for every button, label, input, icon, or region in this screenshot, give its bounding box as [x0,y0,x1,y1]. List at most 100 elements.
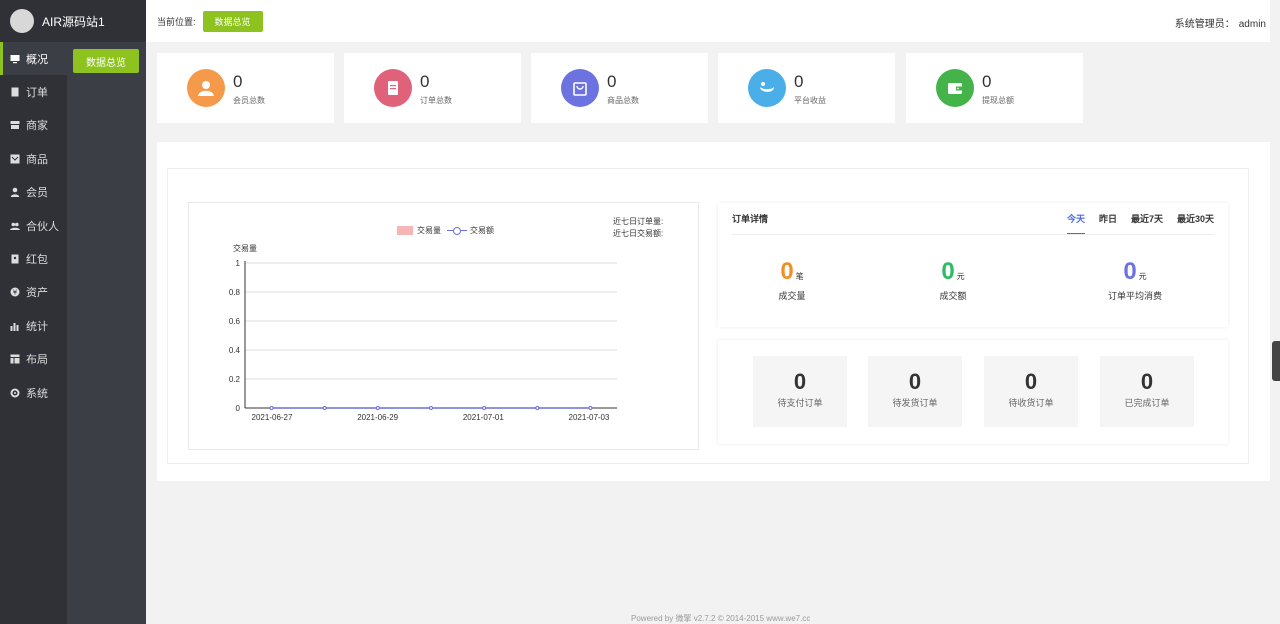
line-point [535,406,540,410]
sidebar-item-partners[interactable]: 合伙人 [0,209,67,242]
stat-card-orders: 0 订单总数 [344,53,521,123]
sub-sidebar [67,0,146,624]
order-detail-card: 订单详情 今天 昨日 最近7天 最近30天 0笔 成交量 0元 成交额 0元 订… [718,203,1228,327]
sidebar-item-members[interactable]: 会员 [0,176,67,209]
stat-label: 订单总数 [420,96,452,105]
order-icon [374,69,412,107]
redpacket-icon [10,254,20,264]
partner-icon [10,221,20,231]
stat-label: 商品总数 [607,96,639,105]
admin-name: admin [1238,19,1266,30]
tab-today[interactable]: 今天 [1066,212,1085,234]
breadcrumb-current[interactable]: 数据总览 [202,10,263,32]
store-icon [10,120,20,130]
gear-icon [10,388,20,398]
status-label: 已完成订单 [1124,398,1170,408]
sidebar-item-label: 合伙人 [26,220,59,233]
x-tick-label: 2021-06-29 [357,413,398,422]
status-value: 0 [908,369,922,394]
recent-amount-label: 近七日交易额: [613,229,664,238]
stat-card-members: 0 会员总数 [157,53,334,123]
line-point [322,406,327,410]
asset-icon: ¥ [10,287,20,297]
stat-card-withdraw: 0 提现总额 [906,53,1083,123]
legend-bar-swatch[interactable] [397,226,413,235]
metric-label: 订单平均消费 [1107,291,1162,301]
sidebar-item-label: 商家 [26,120,48,133]
metric-unit: 笔 [795,272,804,281]
footer: Powered by 微擎 v2.7.2 © 2014-2015 www.we7… [631,614,811,623]
stat-label: 会员总数 [233,96,265,105]
metric-volume: 0笔 成交量 [732,258,852,302]
user-icon [10,187,20,198]
legend-bar-label[interactable]: 交易量 [417,225,441,236]
divider [732,234,1214,235]
sidebar-item-label: 统计 [26,320,48,333]
goods-icon [10,154,20,164]
x-tick-label: 2021-07-03 [569,413,610,422]
line-point [269,406,274,410]
sidebar-item-assets[interactable]: ¥ 资产 [0,276,67,309]
sidebar-item-merchants[interactable]: 商家 [0,109,67,142]
income-icon [748,69,786,107]
status-pending-payment[interactable]: 0 待支付订单 [753,356,847,427]
admin-label: 系统管理员： [1174,19,1235,30]
brand[interactable]: AIR源码站1 [0,0,181,176]
stat-value: 0 [607,72,617,91]
metric-amount: 0元 成交额 [893,258,1013,302]
legend-line-label[interactable]: 交易额 [470,225,494,236]
status-label: 待发货订单 [892,398,938,408]
svg-text:¥: ¥ [13,289,18,297]
legend-line-swatch[interactable] [447,226,467,235]
tab-yesterday[interactable]: 昨日 [1099,212,1117,234]
sidebar-item-overview[interactable]: 概况 [0,42,67,76]
sidebar-item-label: 会员 [26,187,48,200]
stat-value: 0 [233,72,243,91]
recent-summary: 近七日订单量: 近七日交易额: [613,216,663,240]
sidebar-item-label: 布局 [26,354,48,367]
status-value: 0 [793,369,807,394]
status-completed[interactable]: 0 已完成订单 [1100,356,1194,427]
metric-value: 0 [941,258,955,285]
line-point [482,406,487,410]
sidebar-menu: 概况 订单 商家 商品 会员 合伙人 红包 ¥ 资产 统计 布局 系统 [0,42,67,409]
status-pending-receipt[interactable]: 0 待收货订单 [984,356,1078,427]
y-tick-label: 0.8 [229,288,241,297]
stat-label: 平台收益 [794,96,826,105]
breadcrumb-label: 当前位置: [157,16,196,27]
order-detail-title: 订单详情 [732,214,769,224]
metric-value: 0 [1123,258,1137,285]
metric-label: 成交额 [939,291,967,301]
monitor-icon [10,54,20,64]
order-icon [10,87,20,97]
side-toolbar-handle[interactable] [1272,341,1280,381]
wallet-icon [936,69,974,107]
sidebar-item-label: 红包 [26,254,48,267]
status-value: 0 [1140,369,1154,394]
admin-info[interactable]: 系统管理员： admin [1175,15,1266,30]
metric-unit: 元 [1138,272,1147,281]
sidebar-item-label: 概况 [26,53,48,66]
sidebar-item-system[interactable]: 系统 [0,376,67,409]
y-tick-label: 0.2 [229,375,241,384]
x-tick-label: 2021-07-01 [463,413,504,422]
stat-card-income: 0 平台收益 [718,53,895,123]
status-value: 0 [1024,369,1038,394]
stat-label: 提现总额 [982,96,1014,105]
sidebar-item-orders[interactable]: 订单 [0,75,67,108]
sub-nav-overview-button[interactable]: 数据总览 [73,49,139,73]
metric-label: 成交量 [778,291,806,301]
recent-orders-label: 近七日订单量: [613,217,664,226]
brand-logo [10,9,181,176]
sidebar-item-stats[interactable]: 统计 [0,309,67,342]
tab-last-7-days[interactable]: 最近7天 [1131,212,1163,234]
metric-average: 0元 订单平均消费 [1075,258,1195,302]
status-pending-shipment[interactable]: 0 待发货订单 [868,356,962,427]
sidebar-item-layout[interactable]: 布局 [0,343,67,376]
tab-last-30-days[interactable]: 最近30天 [1177,212,1214,234]
sidebar-item-redpacket[interactable]: 红包 [0,242,67,275]
top-bar: 当前位置: 数据总览 系统管理员： admin [146,0,1270,42]
sidebar-item-goods[interactable]: 商品 [0,142,67,175]
metric-unit: 元 [956,272,965,281]
y-tick-label: 0.4 [229,346,241,355]
